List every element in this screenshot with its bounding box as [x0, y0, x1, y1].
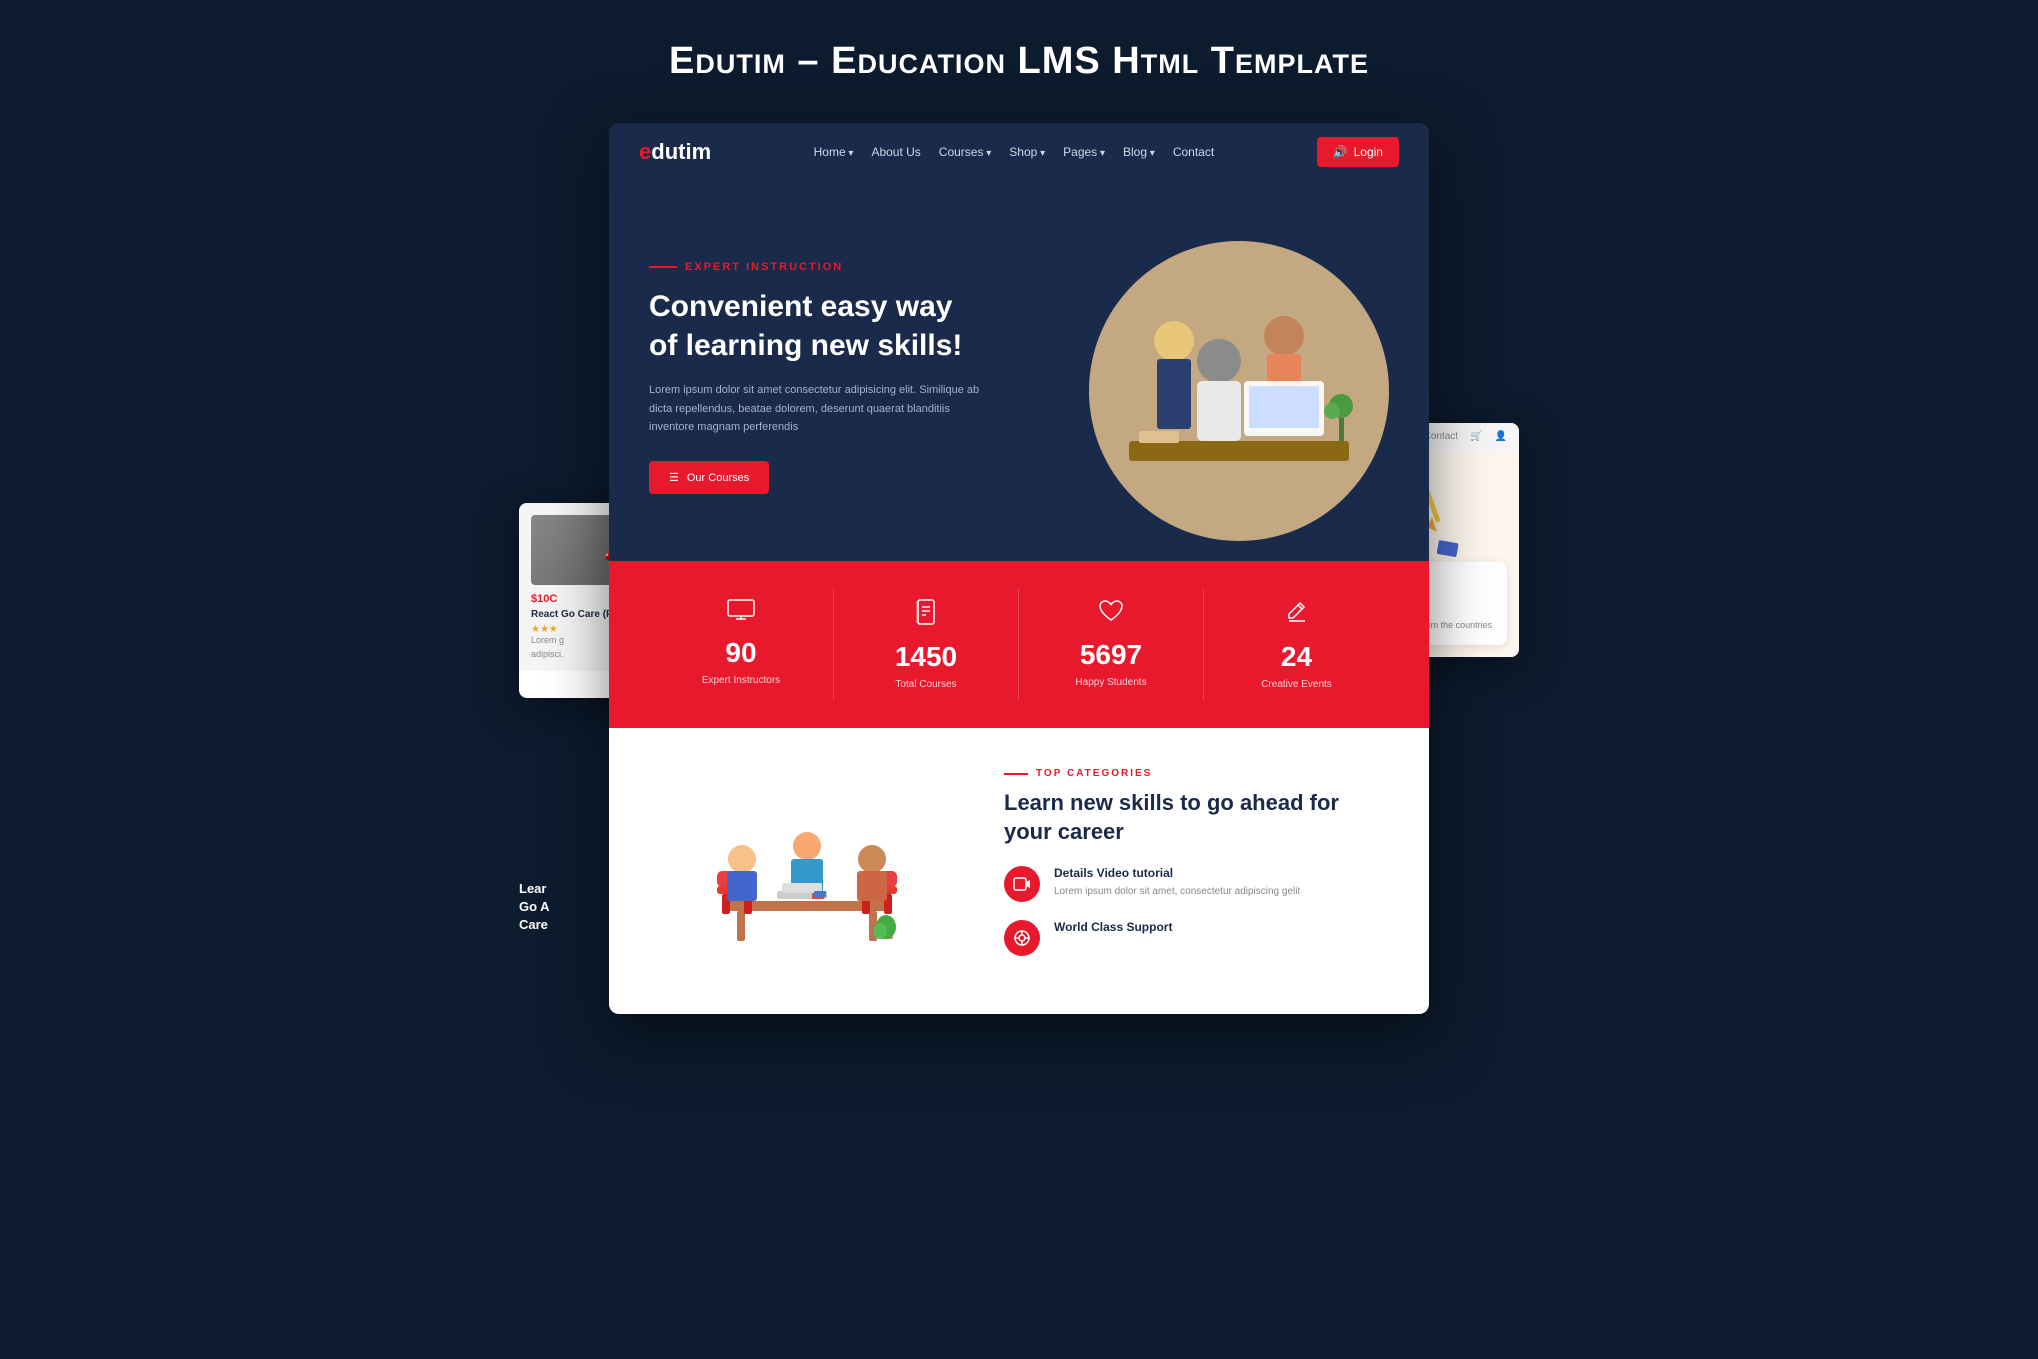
section-tag-line [1004, 773, 1028, 775]
stat-instructors: 90 Expert Instructors [649, 589, 834, 700]
section-tag: Top Categories [1004, 768, 1389, 779]
video-icon [1013, 875, 1031, 893]
categories-section: Top Categories Learn new skills to go ah… [609, 728, 1429, 1014]
nav-item-blog[interactable]: Blog [1123, 143, 1155, 161]
nav-links: Home About Us Courses Shop Pages Blog Co… [814, 143, 1215, 161]
page-title: Edutim – Education LMS Html Template [669, 40, 1369, 83]
stat-label-events: Creative Events [1261, 679, 1332, 690]
nav-link-home[interactable]: Home [814, 145, 854, 159]
stat-courses: 1450 Total Courses [834, 589, 1019, 700]
stat-number-courses: 1450 [895, 641, 957, 673]
bottom-left-label: Lear Go A Care [519, 880, 550, 935]
hero-description: Lorem ipsum dolor sit amet consectetur a… [649, 381, 982, 437]
hero-tag: Expert Instruction [649, 261, 982, 273]
stat-events: 24 Creative Events [1204, 589, 1389, 700]
team-illustration [707, 771, 907, 971]
stat-students: 5697 Happy Students [1019, 589, 1204, 700]
section-title: Learn new skills to go ahead for your ca… [1004, 789, 1389, 846]
stat-number-events: 24 [1281, 641, 1312, 673]
stat-label-instructors: Expert Instructors [702, 675, 780, 686]
video-icon-circle [1004, 866, 1040, 902]
category-support-title: World Class Support [1054, 920, 1172, 934]
category-video-desc: Lorem ipsum dolor sit amet, consectetur … [1054, 884, 1300, 899]
book-icon [915, 599, 937, 631]
nav-link-blog[interactable]: Blog [1123, 145, 1155, 159]
nav-item-contact[interactable]: Contact [1173, 143, 1214, 161]
hero-section: Expert Instruction Convenient easy way o… [609, 181, 1429, 561]
courses-label: Our Courses [687, 472, 749, 484]
hero-image [1004, 241, 1389, 541]
hero-tag-text: Expert Instruction [685, 261, 843, 273]
nav-item-shop[interactable]: Shop [1009, 143, 1045, 161]
nav-item-about[interactable]: About Us [871, 143, 920, 161]
students-illustration [1089, 241, 1389, 541]
nav-link-contact[interactable]: Contact [1173, 145, 1214, 159]
hero-title: Convenient easy way of learning new skil… [649, 287, 982, 365]
category-video-text: Details Video tutorial Lorem ipsum dolor… [1054, 866, 1300, 899]
login-label: Login [1354, 145, 1383, 159]
categories-illustration [649, 768, 964, 974]
login-button[interactable]: 🔊 Login [1317, 137, 1399, 167]
section-tag-text: Top Categories [1036, 768, 1152, 779]
logo[interactable]: edutim [639, 139, 711, 165]
browser-mockup: edutim Home About Us Courses Shop Pages … [609, 123, 1429, 1014]
nav-item-home[interactable]: Home [814, 143, 854, 161]
nav-item-pages[interactable]: Pages [1063, 143, 1105, 161]
support-icon [1013, 929, 1031, 947]
nav-link-shop[interactable]: Shop [1009, 145, 1045, 159]
stat-label-students: Happy Students [1075, 677, 1146, 688]
login-icon: 🔊 [1333, 145, 1348, 159]
our-courses-button[interactable]: ☰ Our Courses [649, 461, 769, 494]
heart-icon [1098, 599, 1124, 629]
user-icon[interactable]: 👤 [1495, 431, 1507, 442]
logo-accent: e [639, 139, 651, 164]
main-container: 🚗 $10C React Go Care (Reac ★★★ Lorem g a… [319, 123, 1719, 1014]
pencil-icon [1286, 599, 1308, 631]
stat-number-instructors: 90 [725, 637, 756, 669]
hero-illustration [1089, 241, 1389, 541]
nav-link-about[interactable]: About Us [871, 145, 920, 159]
team-svg [707, 771, 907, 971]
category-item-support: World Class Support [1004, 920, 1389, 956]
hero-tag-line [649, 266, 677, 268]
support-icon-circle [1004, 920, 1040, 956]
category-item-video: Details Video tutorial Lorem ipsum dolor… [1004, 866, 1389, 902]
nav-link-courses[interactable]: Courses [939, 145, 992, 159]
stat-label-courses: Total Courses [895, 679, 956, 690]
hero-content: Expert Instruction Convenient easy way o… [649, 241, 982, 494]
category-video-title: Details Video tutorial [1054, 866, 1300, 880]
logo-text: dutim [651, 139, 711, 164]
nav-link-pages[interactable]: Pages [1063, 145, 1105, 159]
courses-icon: ☰ [669, 471, 679, 484]
cart-icon[interactable]: 🛒 [1470, 431, 1482, 442]
categories-content: Top Categories Learn new skills to go ah… [1004, 768, 1389, 974]
nav-item-courses[interactable]: Courses [939, 143, 992, 161]
monitor-icon [727, 599, 755, 627]
category-support-text: World Class Support [1054, 920, 1172, 938]
hero-circle [1089, 241, 1389, 541]
stats-bar: 90 Expert Instructors 1450 Total Courses [609, 561, 1429, 728]
stat-number-students: 5697 [1080, 639, 1142, 671]
navbar: edutim Home About Us Courses Shop Pages … [609, 123, 1429, 181]
